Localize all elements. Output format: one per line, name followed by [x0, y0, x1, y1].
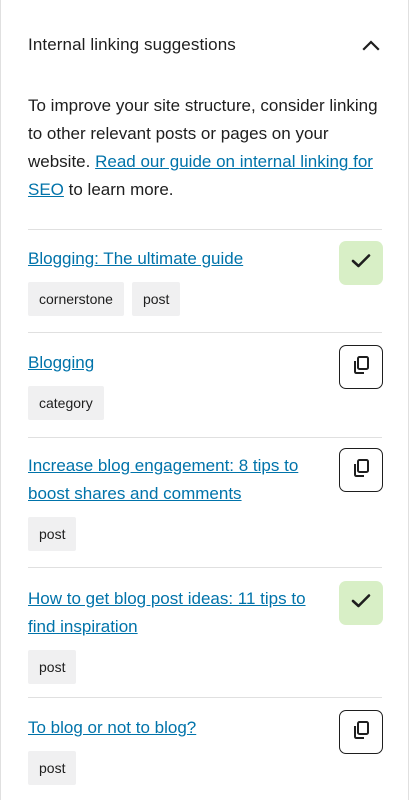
- tag-list: post: [28, 517, 383, 551]
- tag: post: [131, 282, 181, 316]
- tag: post: [28, 650, 77, 684]
- tag: category: [28, 386, 104, 420]
- suggestion-item: Blogging category: [28, 345, 383, 420]
- panel-header-toggle[interactable]: Internal linking suggestions: [1, 0, 408, 90]
- chevron-up-icon[interactable]: [360, 34, 382, 56]
- suggestion-link[interactable]: Increase blog engagement: 8 tips to boos…: [28, 452, 328, 508]
- copy-link-button[interactable]: [339, 345, 383, 389]
- tag: post: [28, 517, 77, 551]
- copy-icon: [350, 354, 372, 381]
- divider: [28, 229, 382, 230]
- suggestion-link[interactable]: To blog or not to blog?: [28, 714, 328, 742]
- copy-icon: [350, 457, 372, 484]
- tag-list: cornerstone post: [28, 282, 383, 316]
- suggestion-item: How to get blog post ideas: 11 tips to f…: [28, 581, 383, 684]
- divider: [28, 437, 382, 438]
- suggestion-link[interactable]: Blogging: The ultimate guide: [28, 245, 328, 273]
- intro-text-after: to learn more.: [68, 180, 174, 199]
- copy-link-button[interactable]: [339, 448, 383, 492]
- tag-list: post: [28, 751, 383, 785]
- panel-title: Internal linking suggestions: [28, 35, 236, 54]
- suggestion-item: Increase blog engagement: 8 tips to boos…: [28, 448, 383, 551]
- copy-icon: [350, 719, 372, 746]
- check-icon: [351, 593, 371, 614]
- suggestion-link[interactable]: Blogging: [28, 349, 328, 377]
- linked-status-button[interactable]: [339, 241, 383, 285]
- tag-list: post: [28, 650, 383, 684]
- internal-linking-panel: Internal linking suggestions To improve …: [0, 0, 409, 800]
- tag: cornerstone: [28, 282, 124, 316]
- divider: [28, 567, 382, 568]
- suggestion-link[interactable]: How to get blog post ideas: 11 tips to f…: [28, 585, 328, 641]
- suggestion-item: Blogging: The ultimate guide cornerstone…: [28, 241, 383, 316]
- suggestion-item: To blog or not to blog? post: [28, 710, 383, 785]
- tag-list: category: [28, 386, 383, 420]
- copy-link-button[interactable]: [339, 710, 383, 754]
- intro-text: To improve your site structure, consider…: [28, 92, 378, 204]
- divider: [28, 697, 382, 698]
- check-icon: [351, 253, 371, 274]
- divider: [28, 332, 382, 333]
- tag: post: [28, 751, 77, 785]
- linked-status-button[interactable]: [339, 581, 383, 625]
